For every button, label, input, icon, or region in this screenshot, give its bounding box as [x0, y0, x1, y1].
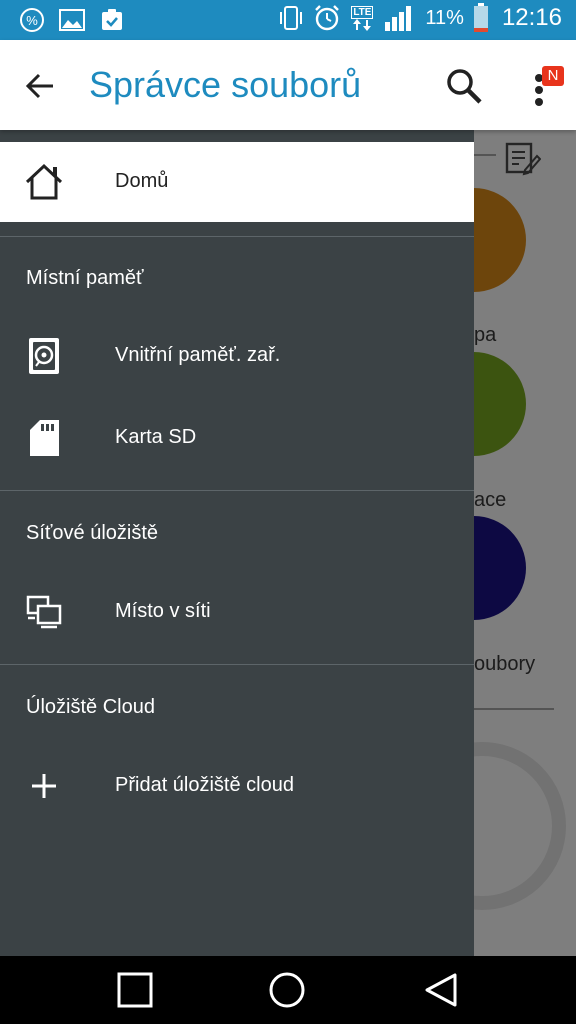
add-icon [26, 766, 64, 806]
drawer-item-label: Karta SD [115, 426, 197, 448]
home-circle-icon[interactable] [265, 970, 309, 1010]
drawer-item-label: Domů [115, 170, 169, 192]
drawer-item-label: Přidat úložiště cloud [115, 774, 294, 796]
battery-icon [472, 3, 490, 32]
alarm-icon [313, 4, 341, 32]
back-triangle-icon[interactable] [419, 970, 463, 1010]
drawer-item-home[interactable]: Domů [0, 142, 474, 222]
clipboard-check-icon [98, 6, 126, 34]
notification-badge: N [542, 66, 564, 86]
lte-icon: LTE [349, 4, 375, 32]
network-devices-icon [26, 592, 64, 632]
status-bar: % LTE 11% 12:16 [0, 0, 576, 40]
section-title-network: Síťové úložiště [26, 522, 159, 544]
phone-storage-icon [26, 336, 64, 376]
image-icon [58, 6, 86, 34]
page-title: Správce souborů [89, 64, 362, 105]
recents-icon[interactable] [113, 970, 157, 1010]
section-title-cloud: Úložiště Cloud [26, 696, 155, 718]
more-menu-button[interactable]: N [522, 62, 566, 112]
section-title-local: Místní paměť [26, 267, 144, 289]
drawer-item-label: Místo v síti [115, 600, 211, 622]
percent-icon: % [18, 6, 46, 34]
app-bar: Správce souborů N [0, 40, 576, 130]
divider [0, 236, 474, 237]
drawer-item-sd-card[interactable]: Karta SD [0, 398, 474, 478]
svg-text:%: % [26, 13, 38, 28]
back-arrow-icon[interactable] [20, 66, 60, 106]
battery-percent: 11% [425, 6, 464, 29]
divider [0, 490, 474, 491]
clock: 12:16 [501, 4, 562, 31]
drawer-item-internal-storage[interactable]: Vnitřní paměť. zař. [0, 316, 474, 396]
drawer-item-network-place[interactable]: Místo v síti [0, 572, 474, 652]
search-icon[interactable] [442, 64, 486, 108]
signal-icon [383, 4, 417, 32]
home-icon [24, 162, 64, 202]
system-nav-bar [0, 956, 576, 1024]
navigation-drawer: Domů Místní paměť Vnitřní paměť. zař. Ka… [0, 130, 474, 956]
sd-card-icon [26, 418, 64, 458]
drawer-item-label: Vnitřní paměť. zař. [115, 344, 281, 366]
vibrate-icon [277, 4, 305, 32]
drawer-item-add-cloud[interactable]: Přidat úložiště cloud [0, 746, 474, 826]
divider [0, 664, 474, 665]
